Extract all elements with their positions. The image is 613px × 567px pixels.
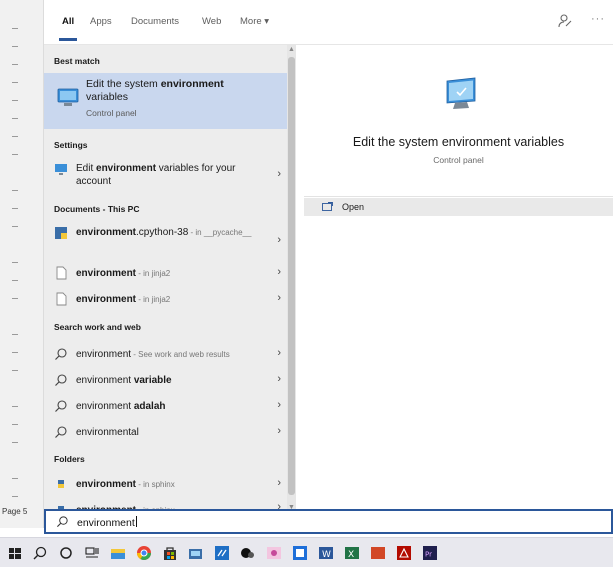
chevron-right-icon[interactable]: ›: [277, 399, 281, 411]
file-icon: [56, 266, 67, 280]
svg-text:W: W: [322, 550, 331, 560]
result-doc-jinja2-2[interactable]: environment - in jinja2 ›: [44, 288, 287, 310]
tab-more[interactable]: More ▾: [240, 16, 269, 27]
chevron-right-icon[interactable]: ›: [277, 168, 281, 180]
open-icon: [322, 202, 333, 211]
search-icon[interactable]: [32, 545, 48, 561]
result-web-variable[interactable]: environment variable ›: [44, 369, 287, 391]
preview-header: Edit the system environment variables Co…: [304, 53, 613, 197]
python-folder-icon: [58, 480, 64, 488]
chrome-icon[interactable]: [136, 545, 152, 561]
word-page-indicator[interactable]: Page 5: [2, 507, 27, 516]
result-settings-env-account[interactable]: Edit environment variables for your acco…: [44, 158, 287, 192]
chevron-right-icon[interactable]: ›: [277, 425, 281, 437]
acrobat-icon[interactable]: [396, 545, 412, 561]
search-filter-bar: All Apps Documents Web More ▾ ···: [44, 0, 613, 45]
tab-apps[interactable]: Apps: [90, 16, 112, 27]
result-web-see-results[interactable]: environment - See work and web results ›: [44, 343, 287, 365]
photos-icon[interactable]: [266, 545, 282, 561]
search-icon: [55, 400, 67, 412]
feedback-icon[interactable]: [557, 13, 573, 29]
more-options-icon[interactable]: ···: [591, 13, 605, 25]
chevron-right-icon[interactable]: ›: [277, 266, 281, 278]
open-label: Open: [342, 202, 365, 212]
svg-text:Pr: Pr: [425, 551, 432, 559]
search-flyout: All Apps Documents Web More ▾ ··· Best m…: [44, 0, 613, 528]
results-list: Best match Edit the system environment v…: [44, 45, 296, 515]
scroll-thumb[interactable]: [288, 57, 295, 495]
premiere-icon[interactable]: Pr: [422, 545, 438, 561]
tab-documents[interactable]: Documents: [131, 16, 179, 27]
result-label: environment variable: [76, 375, 172, 386]
section-documents: Documents - This PC: [54, 204, 140, 214]
search-box: environment: [44, 509, 613, 534]
tab-web[interactable]: Web: [202, 16, 221, 27]
result-label: environment adalah: [76, 401, 166, 412]
result-label: environmental: [76, 427, 139, 438]
search-icon: [55, 348, 67, 360]
task-view-icon[interactable]: [84, 545, 100, 561]
chevron-right-icon[interactable]: ›: [277, 292, 281, 304]
control-panel-icon: [57, 88, 79, 106]
store-icon[interactable]: [162, 545, 178, 561]
chevron-right-icon[interactable]: ›: [277, 373, 281, 385]
control-panel-icon: [446, 77, 476, 109]
result-web-adalah[interactable]: environment adalah ›: [44, 395, 287, 417]
explorer-icon[interactable]: [188, 545, 204, 561]
section-settings: Settings: [54, 140, 88, 150]
result-label: environment.cpython-38 - in __pycache__: [76, 227, 252, 238]
cortana-icon[interactable]: [58, 545, 74, 561]
result-doc-cpython[interactable]: environment.cpython-38 - in __pycache__ …: [44, 222, 287, 260]
vs-code-icon[interactable]: [214, 545, 230, 561]
search-icon: [55, 374, 67, 386]
settings-monitor-icon: [55, 164, 67, 175]
scroll-up-icon[interactable]: ▲: [288, 46, 295, 53]
chevron-right-icon[interactable]: ›: [277, 234, 281, 246]
search-icon: [56, 516, 68, 528]
xbox-icon[interactable]: [240, 545, 256, 561]
office-icon[interactable]: [370, 545, 386, 561]
section-best-match: Best match: [54, 56, 100, 66]
tab-all[interactable]: All: [62, 16, 74, 27]
preview-pane: Edit the system environment variables Co…: [296, 45, 613, 515]
windows-start-icon[interactable]: [7, 545, 23, 561]
excel-icon[interactable]: X: [344, 545, 360, 561]
tab-all-underline: [59, 38, 77, 41]
section-search-web: Search work and web: [54, 322, 141, 332]
best-match-subtitle: Control panel: [86, 108, 137, 118]
results-scrollbar[interactable]: ▲ ▼: [287, 45, 296, 515]
file-icon: [56, 292, 67, 306]
taskbar: W X Pr: [0, 537, 613, 567]
result-label: environment - in sphinx: [76, 479, 175, 490]
chevron-right-icon[interactable]: ›: [277, 347, 281, 359]
word-icon[interactable]: W: [318, 545, 334, 561]
result-label: environment - See work and web results: [76, 349, 230, 360]
section-folders: Folders: [54, 454, 85, 464]
result-doc-jinja2-1[interactable]: environment - in jinja2 ›: [44, 262, 287, 284]
chevron-right-icon[interactable]: ›: [277, 477, 281, 489]
svg-text:X: X: [348, 550, 354, 560]
word-vertical-ruler: [0, 0, 44, 528]
file-explorer-icon[interactable]: [110, 545, 126, 561]
best-match-item[interactable]: Edit the system environment variables Co…: [44, 73, 287, 129]
open-action-button[interactable]: Open: [304, 198, 613, 216]
python-file-icon: [55, 227, 67, 239]
search-icon: [55, 426, 67, 438]
preview-subtitle: Control panel: [433, 155, 484, 165]
app-icon[interactable]: [292, 545, 308, 561]
result-label: environment - in jinja2: [76, 268, 171, 279]
result-label: Edit environment variables for your acco…: [76, 163, 236, 187]
best-match-title: Edit the system environment variables: [86, 78, 224, 103]
result-web-environmental[interactable]: environmental ›: [44, 421, 287, 443]
text-caret: [135, 516, 137, 527]
result-label: environment - in jinja2: [76, 294, 171, 305]
search-input[interactable]: environment: [44, 509, 613, 534]
search-input-value: environment: [77, 516, 137, 529]
result-folder-sphinx-1[interactable]: environment - in sphinx ›: [44, 473, 287, 495]
preview-title: Edit the system environment variables: [352, 135, 565, 149]
